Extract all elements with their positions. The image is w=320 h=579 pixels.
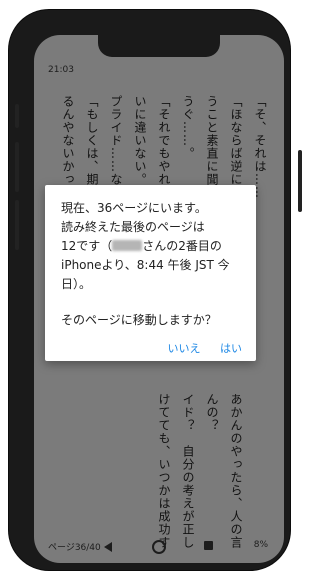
redacted-name xyxy=(112,240,143,251)
dialog-line: 日）。 xyxy=(61,277,92,291)
reader-footer: ページ36/40 8% xyxy=(34,535,284,557)
dialog-line: 現在、36ページにいます。 xyxy=(61,201,207,215)
dialog-line: 読み終えた最後のページは xyxy=(61,220,205,234)
text-column: 「それでもやれへ xyxy=(157,95,171,199)
dialog-line-part: さんの2番目の xyxy=(142,239,222,253)
circle-home-icon[interactable] xyxy=(152,540,166,554)
text-column: うこと素直に聞い xyxy=(205,95,219,199)
power-button xyxy=(298,150,302,212)
volume-up-button xyxy=(15,142,19,192)
volume-down-button xyxy=(15,200,19,250)
text-column: イド？ 自分の考えが正し xyxy=(181,393,195,549)
mute-switch xyxy=(15,104,19,128)
notch xyxy=(98,35,220,57)
dialog-line-part: 12です（ xyxy=(61,239,113,253)
text-column: けてても、いつかは成功す xyxy=(157,393,171,549)
text-column: プライド……な xyxy=(109,95,123,186)
text-column: いに違いない。い xyxy=(133,95,147,199)
text-column: うぐ……。 xyxy=(181,95,195,160)
dialog-actions: いいえ はい xyxy=(152,340,243,356)
text-column: んの？ xyxy=(205,393,219,432)
text-column: あかんのやったら、人の言 xyxy=(229,393,243,549)
page-indicator: ページ36/40 xyxy=(48,543,101,553)
yes-button[interactable]: はい xyxy=(220,342,242,355)
text-column: 「そ、それは…… xyxy=(253,95,267,199)
dialog-line: 12です（ さんの2番目の xyxy=(61,237,247,256)
triangle-back-icon[interactable] xyxy=(104,542,112,552)
text-column: るんやないかっ xyxy=(61,95,75,186)
status-time: 21:03 xyxy=(48,65,74,75)
text-column: 「もしくは、期待 xyxy=(85,95,99,199)
dialog-question: そのページに移動しますか？ xyxy=(61,313,217,327)
sync-dialog: 現在、36ページにいます。 読み終えた最後のページは 12です（ さんの2番目の … xyxy=(45,185,256,361)
dialog-message: 現在、36ページにいます。 読み終えた最後のページは 12です（ さんの2番目の … xyxy=(61,199,247,294)
progress-percent: 8% xyxy=(253,540,268,550)
dialog-line: iPhoneより、8:44 午後 JST 今 xyxy=(61,258,230,272)
no-button[interactable]: いいえ xyxy=(168,342,201,355)
square-recent-icon[interactable] xyxy=(204,541,213,550)
